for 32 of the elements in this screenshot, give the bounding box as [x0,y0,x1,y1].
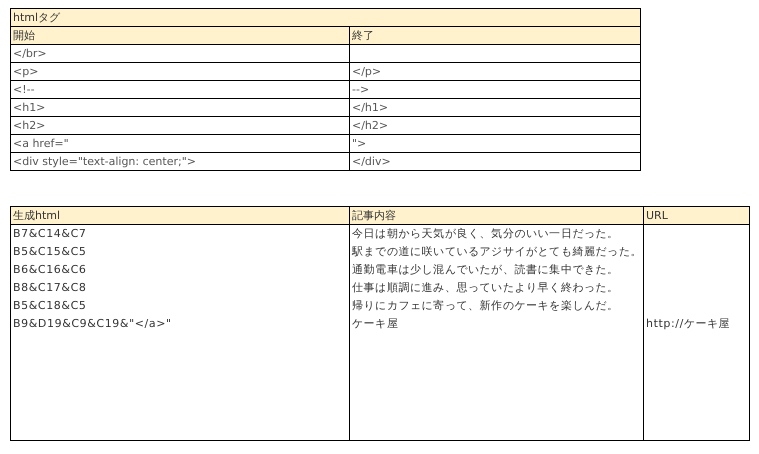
table-cell: B7&C14&C7 [13,226,86,240]
table-cell: B5&C15&C5 [13,244,86,258]
table-cell: <h1> [13,100,46,114]
table-title: htmlタグ [13,10,60,24]
table-cell: <p> [13,64,38,78]
table-cell: B9&D19&C9&C19&"</a>" [13,316,172,330]
table-cell: ケーキ屋 [352,316,398,330]
table-cell: 駅までの道に咲いているアジサイがとても綺麗だった。 [352,244,642,258]
table-cell: B6&C16&C6 [13,262,86,276]
table-cell: </h1> [352,100,388,114]
table-cell: 今日は朝から天気が良く、気分のいい一日だった。 [352,226,619,240]
table-cell: </p> [352,64,382,78]
table-cell: </div> [352,154,391,168]
table-cell: --> [352,82,370,96]
table-cell: 仕事は順調に進み、思っていたより早く終わった。 [352,280,619,294]
table-cell: B5&C18&C5 [13,298,86,312]
column-header: 終了 [352,28,374,42]
column-header: URL [646,208,668,222]
table-cell: </br> [13,46,47,60]
table-cell: <a href=" [13,136,69,150]
column-header: 記事内容 [352,208,396,222]
table-cell: <div style="text-align: center;"> [13,154,196,168]
column-header: 生成html [13,208,60,222]
column-header: 開始 [13,28,35,42]
table-cell: 帰りにカフェに寄って、新作のケーキを楽しんだ。 [352,298,619,312]
table-cell: <!-- [13,82,35,96]
table-cell: </h2> [352,118,388,132]
table-cell: http://ケーキ屋 [646,316,730,330]
table-cell: "> [352,136,366,150]
table-cell: 通勤電車は少し混んでいたが、読書に集中できた。 [352,262,619,276]
table-cell: <h2> [13,118,46,132]
table-cell: B8&C17&C8 [13,280,86,294]
